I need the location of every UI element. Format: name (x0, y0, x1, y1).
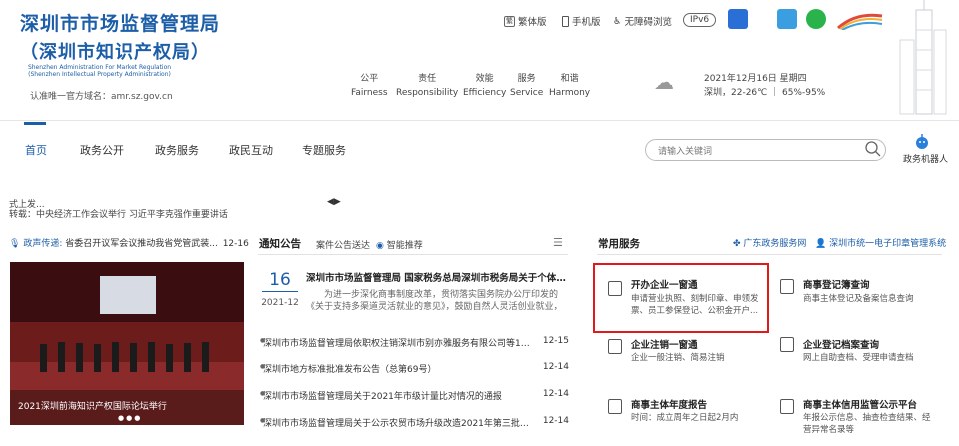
tab-smart-recommend[interactable]: ◉ 智能推荐 (376, 238, 423, 251)
site-title-line1[interactable]: 深圳市市场监督管理局 (20, 9, 220, 36)
photo-caption[interactable]: 2021深圳前海知识产权国际论坛举行 (18, 399, 167, 412)
microphone-icon: 🎙 (9, 239, 21, 249)
notice-item[interactable]: 深圳市市场监督管理局关于2021年市级计量比对情况的通报 12-14 (259, 389, 569, 402)
tab-notices[interactable]: 通知公告 (259, 236, 301, 251)
notice-item[interactable]: 深圳市市场监督管理局关于公示农贸市场升级改造2021年第三批专项... 12-1… (259, 416, 569, 429)
robot-label[interactable]: 政务机器人 (903, 152, 948, 165)
archive-search-icon (780, 337, 794, 352)
date-divider (262, 291, 298, 292)
mobile-version-link[interactable]: 手机版 (562, 14, 601, 28)
service-desc: 商事主体登记及备案信息查询 (803, 294, 914, 304)
value-responsibility: 责任 Responsibility (396, 74, 459, 98)
nav-active-indicator (24, 122, 46, 125)
registry-search-icon (780, 279, 794, 294)
service-credit-platform[interactable]: 商事主体信用监管公示平台 (803, 397, 917, 411)
notice-divider (258, 254, 568, 255)
notice-item[interactable]: 深圳市地方标准批准发布公告（总第69号） 12-14 (259, 362, 569, 375)
nav-special-services[interactable]: 专题服务 (302, 142, 346, 158)
traditional-chinese-link[interactable]: 繁 繁体版 (504, 14, 547, 28)
services-divider (597, 254, 942, 255)
traditional-icon: 繁 (504, 15, 515, 27)
ipv6-badge: IPv6 (683, 13, 717, 27)
annual-report-icon (608, 399, 622, 414)
value-fairness: 公平 Fairness (351, 74, 388, 98)
site-title-english: Shenzhen Administration For Market Regul… (27, 64, 172, 78)
official-domain: 认准唯一官方域名：amr.sz.gov.cn (30, 92, 173, 102)
service-archive-query[interactable]: 企业登记档案查询 (803, 337, 879, 351)
person-icon: 👤 (815, 239, 827, 249)
search-placeholder: 请输入关键词 (658, 147, 713, 157)
nav-home[interactable]: 首页 (25, 142, 47, 158)
service-business-cancellation[interactable]: 企业注销一窗通 (631, 337, 698, 351)
featured-news-summary[interactable]: 为进一步深化商事制度改革，贯彻落实国务院办公厅印发的《关于支持多渠道灵活就业的意… (306, 289, 568, 313)
featured-day: 16 (269, 270, 291, 290)
service-desc: 年报公示信息、抽查检查结果、经 (803, 413, 931, 423)
city-logo-icon (836, 10, 884, 31)
credit-platform-icon (780, 399, 794, 414)
services-title: 常用服务 (598, 238, 640, 250)
service-desc: 营异常名录等 (803, 425, 855, 435)
featured-news-title[interactable]: 深圳市市场监督管理局 国家税务总局深圳市税务局关于个体工商户... (306, 270, 568, 284)
service-annual-report[interactable]: 商事主体年度报告 (631, 397, 707, 411)
bullet-icon: ● (260, 337, 266, 344)
value-service: 服务 Service (510, 74, 544, 98)
carousel-arrows[interactable]: ◀▶ (327, 197, 341, 207)
business-startup-icon (608, 281, 622, 296)
value-harmony: 和谐 Harmony (549, 74, 591, 98)
service-desc: 网上自助查档、受理申请查档 (803, 353, 914, 363)
service-desc: 企业一般注销、简易注销 (631, 353, 725, 363)
app-icon[interactable] (728, 9, 748, 29)
service-registry-query[interactable]: 商事登记簿查询 (803, 277, 870, 291)
robot-icon[interactable] (914, 134, 930, 154)
prev-icon[interactable]: ◀ (327, 197, 334, 207)
accessibility-icon: ♿ (613, 15, 622, 27)
site-title-line2[interactable]: （深圳市知识产权局） (20, 38, 210, 64)
headline-scroll-line2[interactable]: 转载：中央经济工作会议举行 习近平李克强作重要讲话 (9, 207, 228, 220)
weibo-icon[interactable] (777, 9, 797, 29)
more-menu-icon[interactable]: ☰ (553, 236, 563, 249)
smart-icon: ◉ (376, 241, 384, 251)
weather-cloudy-icon: ☁ (654, 70, 674, 94)
guangdong-services-link[interactable]: ✤ 广东政务服务网 (733, 236, 806, 249)
service-desc: 申请营业执照、刻制印章、申领发 (631, 294, 759, 304)
service-business-startup[interactable]: 开办企业一窗通 (631, 277, 698, 291)
nav-top-border (0, 120, 959, 121)
nav-government-affairs[interactable]: 政务公开 (80, 142, 124, 158)
search-icon[interactable] (864, 140, 882, 162)
featured-month: 2021-12 (261, 298, 299, 308)
business-cancel-icon (608, 339, 622, 354)
notice-item[interactable]: 深圳市市场监督管理局依职权注销深圳市别亦雅服务有限公司等114家... 12-1… (259, 336, 569, 349)
mobile-icon (562, 15, 569, 27)
weather-info: 2021年12月16日 星期四 深圳，22-26℃ ｜ 65%-95% (704, 74, 826, 98)
nav-public-interaction[interactable]: 政民互动 (229, 142, 273, 158)
carousel-dots[interactable]: ●●● (118, 414, 142, 422)
service-desc: 时间：成立周年之日起2月内 (631, 413, 739, 423)
wechat-icon[interactable] (806, 9, 826, 29)
guangdong-gov-icon: ✤ (733, 239, 741, 249)
nav-government-services[interactable]: 政务服务 (155, 142, 199, 158)
tab-case-notices[interactable]: 案件公告送达 (316, 238, 370, 251)
ticker[interactable]: 🎙 政声传递: 省委召开议军会议推动我省党管武装... 12-16 (9, 236, 249, 249)
accessibility-link[interactable]: ♿ 无障碍浏览 (613, 14, 672, 29)
next-icon[interactable]: ▶ (334, 197, 341, 207)
bullet-icon: ● (260, 417, 266, 424)
e-seal-system-link[interactable]: 👤 深圳市统一电子印章管理系统 (815, 236, 946, 249)
service-desc: 票、员工参保登记、公积金开户... (631, 306, 759, 316)
bullet-icon: ● (260, 363, 266, 370)
bullet-icon: ● (260, 390, 266, 397)
skyline-illustration (899, 0, 947, 115)
value-efficiency: 效能 Efficiency (463, 74, 507, 98)
